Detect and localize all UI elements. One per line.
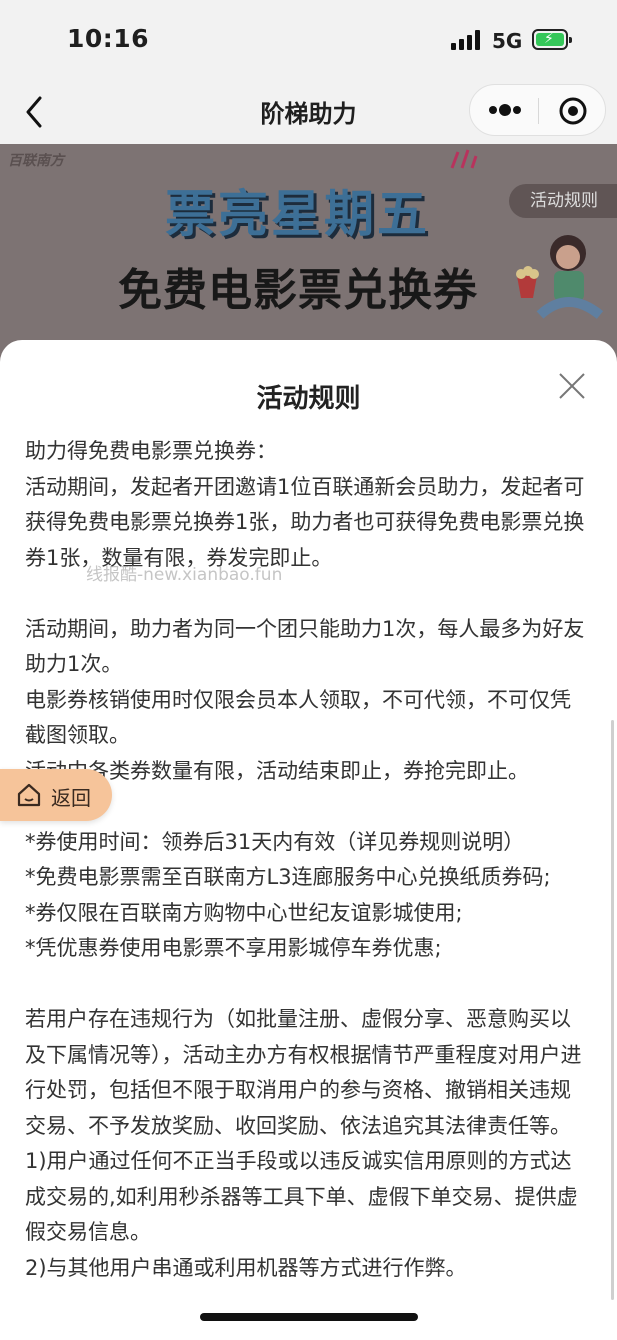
- watermark-text: 线报酷-new.xianbao.fun: [86, 565, 283, 585]
- status-bar: 10:16 5G ⚡: [0, 0, 617, 80]
- network-label: 5G: [492, 29, 523, 53]
- close-icon[interactable]: [556, 370, 588, 402]
- rules-paragraph: [25, 967, 591, 1003]
- close-miniprogram-icon[interactable]: [558, 96, 588, 126]
- banner-subheadline: 免费电影票兑换券: [118, 265, 478, 316]
- return-button[interactable]: 返回: [0, 769, 112, 821]
- scrollbar[interactable]: [611, 720, 614, 1300]
- rules-paragraph: 活动中各类券数量有限，活动结束即止，券抢完即止。: [25, 758, 529, 783]
- rules-paragraph: *凭优惠券使用电影票不享用影城停车券优惠;: [25, 936, 442, 960]
- rules-paragraph: 2)与其他用户串通或利用机器等方式进行作弊。: [25, 1255, 467, 1280]
- nav-bar: 阶梯助力: [0, 80, 617, 144]
- status-time: 10:16: [67, 24, 150, 53]
- rules-paragraph: 若用户存在违规行为（如批量注册、虚假分享、恶意购买以及下属情况等），活动主办方有…: [25, 1007, 582, 1138]
- rules-paragraph: 电影券核销使用时仅限会员本人领取，不可代领，不可仅凭截图领取。: [25, 687, 571, 748]
- brand-logo: 百联南方: [8, 153, 64, 169]
- return-label: 返回: [51, 786, 91, 810]
- rules-paragraph: *券仅限在百联南方购物中心世纪友谊影城使用;: [25, 900, 463, 925]
- rules-paragraph: 活动期间，助力者为同一个团只能助力1次，每人最多为好友助力1次。: [25, 616, 585, 677]
- promo-banner: 百联南方 票亮星期五 免费电影票兑换券 活动规则: [0, 144, 617, 364]
- rules-sheet: 活动规则 助力得免费电影票兑换券： 活动期间，发起者开团邀请1位百联通新会员助力…: [0, 340, 617, 1340]
- banner-headline: 票亮星期五: [165, 185, 430, 243]
- sparkle-decoration-icon: [450, 149, 478, 169]
- character-illustration: [536, 235, 604, 319]
- mini-program-capsule: [469, 84, 606, 136]
- sheet-title: 活动规则: [256, 384, 361, 414]
- home-icon: [17, 783, 41, 807]
- rules-paragraph: 助力得免费电影票兑换券：: [25, 439, 277, 463]
- rules-button[interactable]: 活动规则: [509, 184, 617, 218]
- battery-icon: ⚡: [532, 29, 572, 50]
- signal-icon: [451, 30, 483, 50]
- rules-paragraph: *免费电影票需至百联南方L3连廊服务中心兑换纸质券码;: [25, 865, 551, 889]
- rules-paragraph: 1)用户通过任何不正当手段或以违反诚实信用原则的方式达成交易的,如利用秒杀器等工…: [25, 1149, 578, 1244]
- rules-paragraph: *券使用时间：领券后31天内有效（详见券规则说明）: [25, 829, 525, 854]
- more-icon[interactable]: [488, 103, 522, 117]
- home-indicator[interactable]: [200, 1313, 418, 1321]
